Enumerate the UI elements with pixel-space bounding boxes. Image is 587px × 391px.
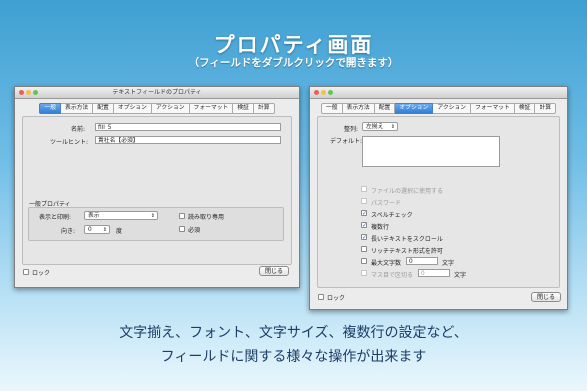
lock-label: ロック [327, 295, 346, 302]
minimize-window-icon[interactable] [26, 90, 31, 95]
tab-calculate[interactable]: 計算 [253, 103, 275, 114]
multiline-checkbox[interactable]: ✓ [361, 222, 367, 229]
readonly-label: 読み取り専用 [188, 214, 225, 221]
comb-input[interactable]: 0 [418, 269, 450, 277]
tab-panel: 名前: fill_5 ツールヒント: 貴社名【必須】 一般プロパティ 表示と印刷… [22, 116, 292, 265]
properties-window-options: 一般 表示方法 配置 オプション アクション フォーマット 検証 計算 整列: … [309, 86, 568, 310]
max-chars-label: 最大文字数 [371, 260, 402, 267]
comb-checkbox[interactable] [361, 270, 367, 276]
required-checkbox[interactable] [179, 226, 185, 232]
align-label: 整列: [344, 126, 359, 133]
tab-bar: 一般 表示方法 配置 オプション アクション フォーマット 検証 計算 [15, 103, 299, 114]
window-title: テキストフィールドのプロパティ [112, 89, 202, 96]
tab-position[interactable]: 配置 [374, 103, 396, 114]
display-select[interactable]: 表示 ⇕ [84, 211, 158, 220]
lock-label: ロック [32, 270, 51, 277]
required-label: 必須 [188, 227, 201, 234]
readonly-checkbox[interactable] [179, 213, 185, 219]
orientation-unit: 度 [116, 228, 123, 235]
tooltip-input[interactable]: 貴社名【必須】 [95, 136, 281, 144]
align-select[interactable]: 左揃え ⇕ [362, 122, 398, 131]
tab-options[interactable]: オプション [113, 103, 152, 114]
max-chars-unit: 文字 [442, 260, 455, 267]
tab-bar: 一般 表示方法 配置 オプション アクション フォーマット 検証 計算 [310, 103, 567, 114]
display-label: 表示と印刷: [39, 214, 72, 221]
spellcheck-label: スペルチェック [371, 212, 413, 219]
tab-format[interactable]: フォーマット [471, 103, 515, 114]
caption-line-2: フィールドに関する様々な操作が出来ます [160, 349, 427, 365]
tab-validate[interactable]: 検証 [233, 103, 254, 114]
chevron-updown-icon: ⇕ [390, 124, 395, 130]
tab-position[interactable]: 配置 [93, 103, 114, 114]
orientation-select[interactable]: 0 ⇕ [84, 225, 110, 234]
tab-validate[interactable]: 検証 [514, 103, 536, 114]
name-input[interactable]: fill_5 [95, 123, 281, 131]
tab-panel: 整列: 左揃え ⇕ デフォルト: ファイルの選択に使用する パスワード ✓ スペル… [317, 116, 560, 288]
tab-options[interactable]: オプション [395, 103, 434, 114]
chevron-updown-icon: ⇕ [102, 227, 107, 233]
close-button[interactable]: 閉じる [531, 292, 561, 302]
multiline-label: 複数行 [371, 224, 390, 231]
max-chars-input[interactable]: 0 [406, 257, 438, 265]
rich-text-label: リッチテキスト形式を許可 [371, 248, 443, 255]
tab-calculate[interactable]: 計算 [535, 103, 557, 114]
tab-appearance[interactable]: 表示方法 [61, 103, 94, 114]
tab-appearance[interactable]: 表示方法 [342, 103, 375, 114]
password-checkbox[interactable] [361, 198, 367, 204]
close-window-icon[interactable] [314, 90, 319, 95]
file-select-label: ファイルの選択に使用する [371, 188, 444, 195]
default-textarea[interactable] [362, 136, 500, 167]
zoom-window-icon[interactable] [33, 90, 38, 95]
file-select-checkbox[interactable] [361, 186, 367, 192]
lock-checkbox[interactable] [318, 294, 324, 300]
lock-checkbox[interactable] [23, 269, 29, 275]
max-chars-checkbox[interactable] [361, 258, 367, 264]
name-label: 名前: [71, 126, 86, 133]
general-properties-group: 表示と印刷: 表示 ⇕ 向き: 0 ⇕ 度 読み取り専用 必須 [28, 207, 284, 241]
rich-text-checkbox[interactable] [361, 246, 367, 252]
caption-line-1: 文字揃え、フォント、文字サイズ、複数行の設定など、 [119, 325, 468, 341]
tab-general[interactable]: 一般 [320, 103, 343, 114]
comb-unit: 文字 [454, 272, 467, 279]
close-button[interactable]: 閉じる [259, 266, 289, 276]
tab-general[interactable]: 一般 [39, 103, 62, 114]
minimize-window-icon[interactable] [321, 90, 326, 95]
close-window-icon[interactable] [19, 90, 24, 95]
tab-actions[interactable]: アクション [151, 103, 190, 114]
orientation-label: 向き: [61, 228, 76, 235]
scroll-long-text-checkbox[interactable]: ✓ [361, 234, 367, 241]
spellcheck-checkbox[interactable]: ✓ [361, 210, 367, 217]
window-titlebar[interactable] [310, 87, 567, 99]
password-label: パスワード [371, 200, 402, 207]
page-subtitle: （フィールドをダブルクリックで開きます） [188, 57, 399, 69]
tab-actions[interactable]: アクション [433, 103, 472, 114]
default-label: デフォルト: [330, 138, 363, 145]
window-titlebar[interactable]: テキストフィールドのプロパティ [15, 87, 299, 99]
properties-window-general: テキストフィールドのプロパティ 一般 表示方法 配置 オプション アクション フ… [14, 86, 300, 288]
tab-format[interactable]: フォーマット [189, 103, 234, 114]
tooltip-label: ツールヒント: [50, 139, 89, 146]
chevron-updown-icon: ⇕ [150, 213, 155, 219]
zoom-window-icon[interactable] [328, 90, 333, 95]
scroll-long-text-label: 長いテキストをスクロール [371, 236, 443, 243]
comb-label: マス目で区切る [371, 272, 414, 279]
